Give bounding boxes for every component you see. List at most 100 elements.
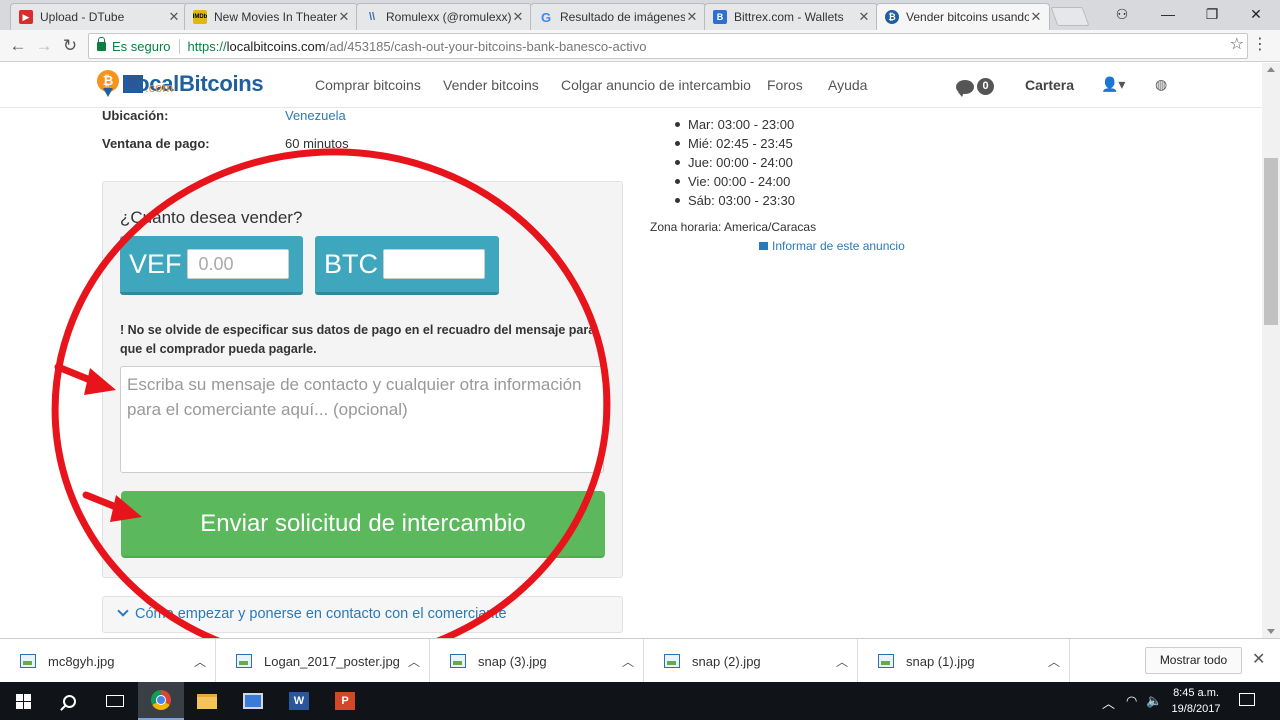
how-to-start-accordion[interactable]: Cómo empezar y ponerse en contacto con e…	[102, 596, 623, 633]
secure-label: Es seguro	[112, 38, 171, 54]
messages-button[interactable]: 0	[956, 78, 994, 97]
address-bar[interactable]: Es seguro https:// localbitcoins.com /ad…	[88, 33, 1248, 59]
scroll-up-arrow-icon[interactable]	[1267, 67, 1275, 72]
hours-item: Vie: 00:00 - 24:00	[675, 172, 795, 191]
image-file-icon	[236, 654, 252, 668]
download-item[interactable]: snap (3).jpg ︿	[430, 639, 644, 683]
taskbar-photos[interactable]	[230, 682, 276, 720]
scrollbar-thumb[interactable]	[1264, 158, 1278, 325]
browser-menu-icon[interactable]: ⋮	[1252, 34, 1268, 54]
notifications-icon[interactable]	[1239, 693, 1255, 706]
report-ad-link[interactable]: Informar de este anuncio	[759, 239, 905, 253]
task-view-button[interactable]	[92, 682, 138, 720]
tab-steemit[interactable]: \\ Romulexx (@romulexx) ✕	[356, 3, 532, 30]
tab-google-images[interactable]: G Resultado de imágenes ✕	[530, 3, 706, 30]
hours-item: Sáb: 03:00 - 23:30	[675, 193, 795, 208]
close-tab-icon[interactable]: ✕	[511, 9, 525, 25]
download-item[interactable]: snap (1).jpg ︿	[858, 639, 1070, 683]
windows-taskbar: W P ︿ ◠ 🔈 8:45 a.m. 19/8/2017	[0, 682, 1280, 720]
download-item[interactable]: snap (2).jpg ︿	[644, 639, 858, 683]
logo-suffix: .com	[145, 79, 174, 95]
wallet-link[interactable]: Cartera	[1025, 77, 1074, 93]
flag-icon	[759, 242, 768, 250]
chat-bubble-icon	[956, 79, 974, 97]
taskbar-file-explorer[interactable]	[184, 682, 230, 720]
opening-hours-list: Mar: 03:00 - 23:00 Mié: 02:45 - 23:45 Ju…	[675, 115, 795, 210]
fiat-amount-input[interactable]: 0.00	[186, 249, 289, 279]
close-window-button[interactable]: ✕	[1234, 0, 1278, 30]
image-file-icon	[450, 654, 466, 668]
system-clock[interactable]: 8:45 a.m. 19/8/2017	[1166, 685, 1226, 717]
close-shelf-icon[interactable]: ✕	[1252, 649, 1265, 669]
profile-icon[interactable]: ⚇	[1100, 0, 1144, 30]
back-arrow-icon[interactable]: ←	[6, 34, 30, 58]
new-tab-button[interactable]	[1050, 7, 1090, 26]
chrome-icon	[151, 690, 171, 710]
btc-amount-group: BTC	[315, 236, 499, 295]
start-button[interactable]	[0, 682, 46, 720]
wifi-icon[interactable]: ◠	[1126, 693, 1137, 709]
contact-message-textarea[interactable]: Escriba su mensaje de contacto y cualqui…	[120, 366, 604, 473]
amount-question: ¿Cuanto desea vender?	[120, 208, 303, 227]
volume-icon[interactable]: 🔈	[1146, 693, 1162, 709]
hours-item: Mar: 03:00 - 23:00	[675, 117, 795, 132]
send-trade-request-button[interactable]: Enviar solicitud de intercambio	[121, 491, 605, 558]
chevron-up-icon[interactable]: ︿	[613, 653, 643, 670]
tab-title: New Movies In Theater	[214, 10, 337, 24]
tray-chevron-up-icon[interactable]: ︿	[1102, 693, 1115, 712]
nav-help[interactable]: Ayuda	[828, 77, 867, 93]
chevron-up-icon[interactable]: ︿	[399, 653, 429, 670]
timezone-label: Zona horaria: America/Caracas	[650, 220, 817, 234]
windows-logo-icon	[15, 693, 31, 709]
url-path: /ad/453185/cash-out-your-bitcoins-bank-b…	[325, 38, 647, 54]
search-button[interactable]	[46, 682, 92, 720]
chevron-up-icon[interactable]: ︿	[827, 653, 857, 670]
show-all-downloads-button[interactable]: Mostrar todo	[1145, 647, 1242, 674]
user-menu-icon[interactable]: 👤▾	[1101, 76, 1125, 93]
scroll-down-arrow-icon[interactable]	[1267, 629, 1275, 634]
reload-icon[interactable]: ↻	[58, 34, 82, 58]
steemit-favicon-icon: \\	[368, 11, 376, 23]
google-favicon-icon: G	[540, 9, 552, 25]
close-tab-icon[interactable]: ✕	[685, 9, 699, 25]
download-item[interactable]: mc8gyh.jpg ︿	[0, 639, 216, 683]
tab-imdb[interactable]: IMDb New Movies In Theater ✕	[184, 3, 358, 30]
download-item[interactable]: Logan_2017_poster.jpg ︿	[216, 639, 430, 683]
close-tab-icon[interactable]: ✕	[167, 9, 181, 25]
powerpoint-icon: P	[335, 692, 355, 710]
clock-date: 19/8/2017	[1171, 703, 1221, 715]
tab-localbitcoins[interactable]: ₿ Vender bitcoins usando ✕	[876, 3, 1050, 30]
chevron-up-icon[interactable]: ︿	[1039, 653, 1069, 670]
taskbar-chrome[interactable]	[138, 682, 184, 720]
taskbar-powerpoint[interactable]: P	[322, 682, 368, 720]
page-scrollbar[interactable]	[1262, 63, 1280, 638]
dtube-favicon-icon: ▶	[19, 10, 33, 24]
close-tab-icon[interactable]: ✕	[1029, 9, 1043, 25]
nav-buy-bitcoins[interactable]: Comprar bitcoins	[315, 77, 421, 93]
download-filename: snap (1).jpg	[906, 653, 975, 669]
localbitcoins-logo[interactable]: ₿ LocalBitcoins .com	[97, 70, 264, 98]
location-value-link[interactable]: Venezuela	[285, 108, 346, 123]
minimize-button[interactable]: —	[1146, 0, 1190, 30]
nav-forums[interactable]: Foros	[767, 77, 803, 93]
btc-currency-label: BTC	[324, 248, 378, 279]
taskbar-word[interactable]: W	[276, 682, 322, 720]
chevron-up-icon[interactable]: ︿	[185, 653, 215, 670]
payment-window-value: 60 minutos	[285, 136, 349, 151]
bitcoin-pin-icon: ₿	[97, 70, 119, 98]
restore-button[interactable]: ❐	[1190, 0, 1234, 30]
nav-post-ad[interactable]: Colgar anuncio de intercambio	[561, 77, 751, 93]
close-tab-icon[interactable]: ✕	[857, 9, 871, 25]
nav-sell-bitcoins[interactable]: Vender bitcoins	[443, 77, 539, 93]
browser-toolbar: ← → ↻ Es seguro https:// localbitcoins.c…	[0, 30, 1280, 62]
download-shelf: mc8gyh.jpg ︿ Logan_2017_poster.jpg ︿ sna…	[0, 638, 1280, 683]
tab-dtube[interactable]: ▶ Upload - DTube ✕	[10, 3, 188, 30]
trade-request-form: ¿Cuanto desea vender? VEF 0.00 BTC ! No …	[102, 181, 623, 578]
dashboard-gauge-icon[interactable]: ◍	[1155, 76, 1167, 93]
tab-title: Romulexx (@romulexx)	[386, 10, 511, 24]
btc-amount-input[interactable]	[383, 249, 485, 279]
tab-bittrex[interactable]: B Bittrex.com - Wallets ✕	[704, 3, 878, 30]
forward-arrow-icon[interactable]: →	[32, 34, 56, 58]
bookmark-star-icon[interactable]: ☆	[1230, 34, 1244, 54]
close-tab-icon[interactable]: ✕	[337, 9, 351, 25]
